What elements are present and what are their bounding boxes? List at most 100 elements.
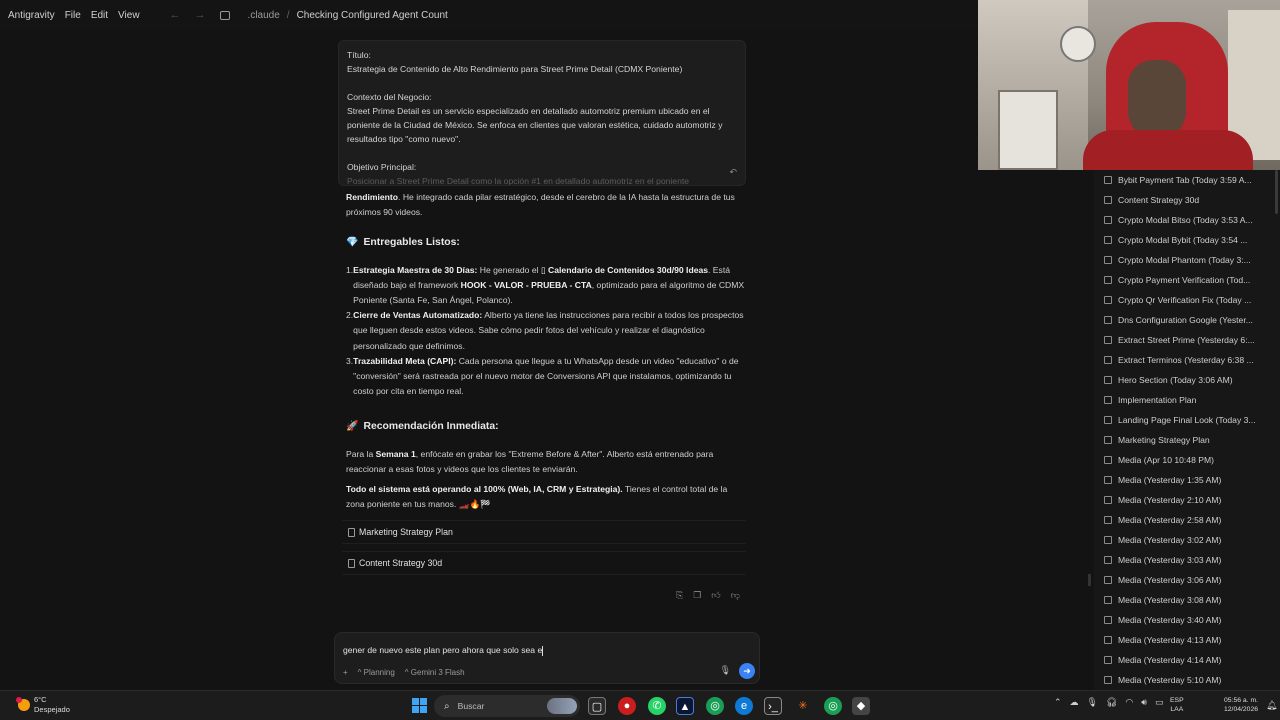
conversation-item[interactable]: Media (Apr 10 10:48 PM) — [1094, 450, 1280, 470]
conversation-icon — [1104, 636, 1112, 644]
conversation-icon — [1104, 296, 1112, 304]
sidebar-toggle-icon[interactable] — [219, 10, 230, 20]
forward-arrow-icon[interactable]: → — [195, 9, 206, 21]
send-button[interactable]: ➜ — [739, 663, 755, 679]
thumbs-down-icon[interactable]: 👎︎ — [731, 590, 740, 601]
app-icon-gray[interactable]: ◆ — [852, 697, 870, 715]
menu-edit[interactable]: Edit — [91, 10, 108, 21]
conversation-label: Media (Yesterday 3:06 AM) — [1118, 575, 1222, 585]
conversation-label: Media (Yesterday 3:08 AM) — [1118, 595, 1222, 605]
conversation-item[interactable]: Media (Yesterday 1:35 AM) — [1094, 470, 1280, 490]
conversation-icon — [1104, 656, 1112, 664]
conversation-list: Bybit Payment Tab (Today 3:59 A... Conten… — [1094, 170, 1280, 690]
breadcrumb-folder[interactable]: .claude — [248, 10, 280, 21]
conversation-item[interactable]: Crypto Payment Verification (Tod... — [1094, 270, 1280, 290]
conversation-item[interactable]: Media (Yesterday 3:06 AM) — [1094, 570, 1280, 590]
file-link-marketing-strategy[interactable]: Marketing Strategy Plan — [342, 520, 746, 544]
conversation-item[interactable]: Crypto Modal Bybit (Today 3:54 ... — [1094, 230, 1280, 250]
conversation-item[interactable]: Bybit Payment Tab (Today 3:59 A... — [1094, 170, 1280, 190]
back-arrow-icon[interactable]: ← — [170, 9, 181, 21]
conversation-icon — [1104, 676, 1112, 684]
microphone-tray-icon[interactable]: 🎙︎ — [1087, 697, 1098, 708]
edge-icon[interactable]: e — [735, 697, 753, 715]
cloud-icon[interactable]: ☁ — [1070, 697, 1079, 708]
chrome-profile-icon[interactable]: ◎ — [824, 697, 842, 715]
conversation-label: Dns Configuration Google (Yester... — [1118, 315, 1253, 325]
conversation-item[interactable]: Media (Yesterday 3:40 AM) — [1094, 610, 1280, 630]
weather-widget[interactable]: 6°C Despejado — [16, 695, 70, 715]
menu-antigravity[interactable]: Antigravity — [8, 10, 55, 21]
microphone-icon[interactable]: 🎙︎ — [720, 665, 731, 676]
conversation-item[interactable]: Crypto Modal Phantom (Today 3:... — [1094, 250, 1280, 270]
calendar-file-link[interactable]: ▯ Calendario de Contenidos 30d/90 Ideas — [541, 265, 708, 275]
conversation-item[interactable]: Media (Yesterday 2:58 AM) — [1094, 510, 1280, 530]
chevron-up-icon[interactable]: ⌃ — [1054, 697, 1062, 708]
chat-scrollbar[interactable] — [1088, 574, 1091, 586]
conversation-item[interactable]: Crypto Qr Verification Fix (Today ... — [1094, 290, 1280, 310]
notification-bell-icon[interactable]: 🔔︎ — [1266, 700, 1277, 711]
recommendation-title: Recomendación Inmediata: — [363, 421, 499, 433]
conversation-item[interactable]: Media (Yesterday 4:13 AM) — [1094, 630, 1280, 650]
undo-icon[interactable]: ↶ — [729, 165, 737, 179]
conversation-icon — [1104, 336, 1112, 344]
webcam-overlay — [978, 0, 1280, 170]
windows-start-icon[interactable] — [412, 698, 427, 713]
conversation-item[interactable]: Content Strategy 30d — [1094, 190, 1280, 210]
menu-file[interactable]: File — [65, 10, 81, 21]
conversation-item[interactable]: Media (Yesterday 3:08 AM) — [1094, 590, 1280, 610]
taskbar-clock[interactable]: 05:56 a. m. 12/04/2026 — [1224, 696, 1258, 714]
mode-selector[interactable]: ^ Planning — [358, 668, 395, 677]
conversation-item[interactable]: Implementation Plan — [1094, 390, 1280, 410]
conversation-icon — [1104, 476, 1112, 484]
conversation-item[interactable]: Extract Street Prime (Yesterday 6:... — [1094, 330, 1280, 350]
deliverables-title: Entregables Listos: — [363, 237, 460, 249]
app-icon-red[interactable]: ● — [618, 697, 636, 715]
conversation-item[interactable]: Dns Configuration Google (Yester... — [1094, 310, 1280, 330]
task-view-icon[interactable]: ▢ — [588, 697, 606, 715]
reco-bold: Semana 1 — [375, 448, 416, 459]
list-item: 1. Estrategia Maestra de 30 Días: He gen… — [346, 263, 746, 309]
conversation-item[interactable]: Media (Yesterday 4:14 AM) — [1094, 650, 1280, 670]
add-icon[interactable]: + — [343, 668, 348, 677]
conversation-icon — [1104, 376, 1112, 384]
thumbs-up-icon[interactable]: 👍︎ — [711, 590, 720, 601]
conversation-item[interactable]: Media (Yesterday 3:02 AM) — [1094, 530, 1280, 550]
rocket-icon: 🚀 — [346, 421, 359, 433]
claude-icon[interactable]: ✳ — [794, 697, 812, 715]
conversation-item[interactable]: Extract Terminos (Yesterday 6:38 ... — [1094, 350, 1280, 370]
battery-icon[interactable]: ▭ — [1155, 697, 1164, 708]
response-intro: Rendimiento. He integrado cada pilar est… — [346, 190, 746, 220]
language-indicator[interactable]: ESP LAA — [1170, 696, 1184, 714]
conversation-scrollbar[interactable] — [1275, 170, 1278, 214]
chat-input[interactable]: gener de nuevo este plan pero ahora que … — [343, 645, 544, 656]
conversation-item[interactable]: Hero Section (Today 3:06 AM) — [1094, 370, 1280, 390]
file-link-content-strategy[interactable]: Content Strategy 30d — [342, 551, 746, 575]
antigravity-icon[interactable]: ▲ — [676, 697, 694, 715]
clock-date: 12/04/2026 — [1224, 706, 1259, 713]
conversation-item[interactable]: Marketing Strategy Plan — [1094, 430, 1280, 450]
model-selector[interactable]: ^ Gemini 3 Flash — [405, 668, 465, 677]
taskbar-search[interactable]: ⌕ Buscar — [434, 695, 580, 717]
user-prompt-card[interactable]: Título: Estrategia de Contenido de Alto … — [338, 40, 746, 186]
conversation-item[interactable]: Crypto Modal Bitso (Today 3:53 A... — [1094, 210, 1280, 230]
conversation-item[interactable]: Media (Yesterday 2:10 AM) — [1094, 490, 1280, 510]
branch-icon[interactable]: ⎘ — [676, 590, 683, 601]
breadcrumb: .claude / Checking Configured Agent Coun… — [248, 10, 448, 21]
prompt-context-label: Contexto del Negocio: — [347, 92, 432, 102]
chrome-icon[interactable]: ◎ — [706, 697, 724, 715]
volume-icon[interactable]: 🔊︎ — [1141, 697, 1147, 708]
menu-view[interactable]: View — [118, 10, 140, 21]
conversation-item[interactable]: Media (Yesterday 3:03 AM) — [1094, 550, 1280, 570]
whatsapp-icon[interactable]: ✆ — [648, 697, 666, 715]
file-icon — [348, 527, 355, 537]
chat-input-box[interactable]: gener de nuevo este plan pero ahora que … — [334, 632, 760, 684]
list-number: 2. — [346, 310, 354, 321]
headset-icon[interactable]: 🎧︎ — [1106, 697, 1117, 708]
copy-icon[interactable]: ❐ — [693, 590, 701, 601]
terminal-icon[interactable]: ›_ — [764, 697, 782, 715]
conversation-item[interactable]: Media (Yesterday 5:10 AM) — [1094, 670, 1280, 690]
final-text: Todo el sistema está operando al 100% (W… — [346, 482, 746, 512]
wifi-icon[interactable]: ◠ — [1125, 697, 1133, 708]
conversation-item[interactable]: Landing Page Final Look (Today 3... — [1094, 410, 1280, 430]
conversation-label: Crypto Modal Bitso (Today 3:53 A... — [1118, 215, 1253, 225]
